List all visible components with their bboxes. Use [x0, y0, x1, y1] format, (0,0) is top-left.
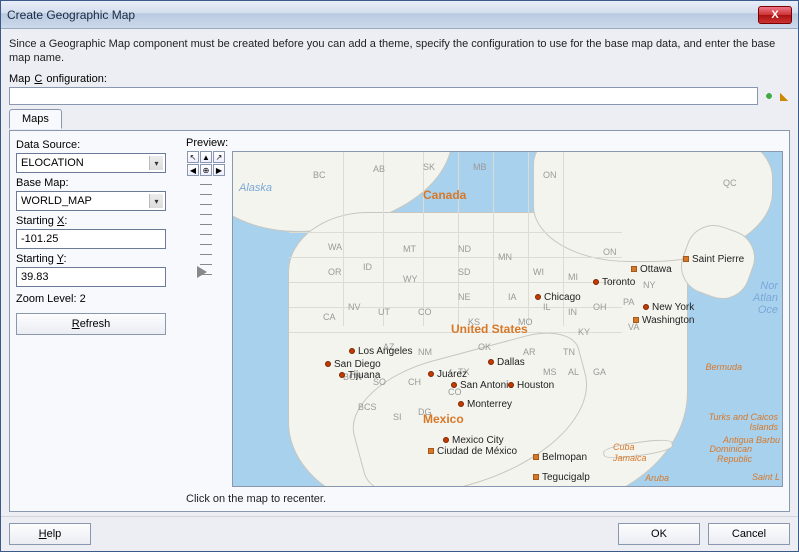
pan-center-button[interactable]: ⊕: [200, 164, 212, 176]
island-bermuda: Bermuda: [705, 362, 742, 372]
tab-maps[interactable]: Maps: [9, 109, 62, 129]
city-chicago: Chicago: [535, 292, 581, 303]
close-icon: X: [771, 9, 778, 21]
country-usa: United States: [451, 322, 528, 336]
city-ciudad: Ciudad de México: [428, 446, 517, 457]
city-juarez: Juárez: [428, 369, 467, 380]
title-bar: Create Geographic Map X: [1, 1, 798, 29]
pan-nw-button[interactable]: ↖: [187, 151, 199, 163]
pan-ne-button[interactable]: ↗: [213, 151, 225, 163]
city-toronto: Toronto: [593, 277, 635, 288]
dialog-description: Since a Geographic Map component must be…: [9, 37, 790, 65]
pan-right-button[interactable]: ▶: [213, 164, 225, 176]
island-cuba: Cuba: [613, 442, 635, 452]
island-aruba: Aruba: [645, 473, 669, 483]
map-config-label: Map Configuration:: [9, 73, 790, 85]
city-washington: Washington: [633, 315, 694, 326]
edit-config-icon[interactable]: [780, 91, 790, 101]
sea-label-atlantic: NorAtlanOce: [753, 280, 778, 316]
city-houston: Houston: [508, 380, 554, 391]
starting-x-input[interactable]: [16, 229, 166, 249]
help-button[interactable]: Help: [9, 523, 91, 545]
city-dallas: Dallas: [488, 357, 525, 368]
tab-panel-maps: Data Source: ▾ Base Map: ▾ Starting X: S…: [9, 130, 790, 512]
map-nav-controls: ↖ ▲ ↗ ◀ ⊕ ▶: [186, 151, 226, 487]
sea-label-alaska: Alaska: [239, 182, 272, 194]
refresh-button[interactable]: Refresh: [16, 313, 166, 335]
city-mexicocity: Mexico City: [443, 435, 504, 446]
city-tegucigalpa: Tegucigalp: [533, 472, 590, 483]
zoom-slider-handle[interactable]: [197, 266, 207, 278]
ok-button[interactable]: OK: [618, 523, 700, 545]
city-monterrey: Monterrey: [458, 399, 512, 410]
city-saintpierre: Saint Pierre: [683, 254, 744, 265]
dialog-content: Since a Geographic Map component must be…: [1, 29, 798, 516]
zoom-level-label: Zoom Level: 2: [16, 293, 180, 305]
add-config-icon[interactable]: [764, 91, 774, 101]
pan-left-button[interactable]: ◀: [187, 164, 199, 176]
starting-y-label: Starting Y:: [16, 253, 180, 265]
city-ottawa: Ottawa: [631, 264, 672, 275]
base-map-select[interactable]: [16, 191, 166, 211]
zoom-slider[interactable]: [200, 184, 212, 284]
pan-up-button[interactable]: ▲: [200, 151, 212, 163]
data-source-select[interactable]: [16, 153, 166, 173]
starting-x-label: Starting X:: [16, 215, 180, 227]
country-canada: Canada: [423, 188, 466, 202]
island-tci: Turks and Caicos Islands: [698, 412, 778, 432]
close-button[interactable]: X: [758, 6, 792, 24]
city-la: Los Angeles: [349, 346, 413, 357]
city-newyork: New York: [643, 302, 694, 313]
window-title: Create Geographic Map: [7, 8, 135, 22]
city-tijuana: Tijuana: [339, 370, 380, 381]
starting-y-input[interactable]: [16, 267, 166, 287]
island-dr: Dominican Republic: [682, 444, 752, 464]
tab-strip: Maps: [9, 109, 790, 131]
city-belmopan: Belmopan: [533, 452, 587, 463]
recenter-hint: Click on the map to recenter.: [186, 493, 783, 505]
map-config-row: [9, 87, 790, 105]
island-jamaica: Jamaica: [613, 453, 647, 463]
island-antigua: Antigua Barbu: [723, 435, 780, 445]
preview-column: Preview: ↖ ▲ ↗ ◀ ⊕ ▶: [186, 137, 783, 505]
data-source-label: Data Source:: [16, 139, 180, 151]
island-saintl: Saint L: [752, 472, 780, 482]
base-map-label: Base Map:: [16, 177, 180, 189]
city-sanantonio: San Antonio: [451, 380, 514, 391]
map-config-input[interactable]: [9, 87, 758, 105]
preview-label: Preview:: [186, 137, 783, 149]
dialog-footer: Help OK Cancel: [1, 516, 798, 551]
city-sandiego: San Diego: [325, 359, 381, 370]
map-preview[interactable]: Alaska NorAtlanOce Canada United States …: [232, 151, 783, 487]
form-column: Data Source: ▾ Base Map: ▾ Starting X: S…: [16, 137, 180, 505]
cancel-button[interactable]: Cancel: [708, 523, 790, 545]
